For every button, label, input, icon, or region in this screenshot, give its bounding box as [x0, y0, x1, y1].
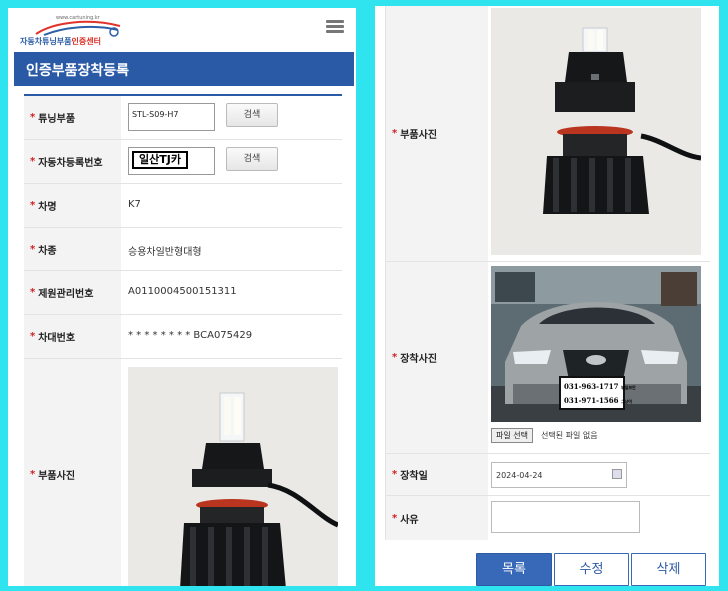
tuning-part-input[interactable]: STL-S09-H7	[128, 103, 215, 131]
sign-phone-2: 031-971-1566	[564, 396, 619, 405]
install-photo-label: * 장착사진	[386, 262, 488, 453]
form-continued: * 부품사진 * 장착사진 031-963-1717 부일보안 031-971-…	[385, 6, 710, 540]
row-part-photo: * 부품사진	[24, 359, 342, 586]
car-type-value: 승용차일반형대형	[128, 247, 202, 258]
part-photo-label-2: * 부품사진	[386, 6, 488, 261]
tuning-part-label: * 튜닝부품	[24, 96, 121, 139]
row-tuning-part: * 튜닝부품 STL-S09-H7 검색	[24, 96, 342, 140]
site-logo[interactable]: www.cartuning.kr 자동차튜닝부품인증센터	[16, 14, 136, 48]
led-bulb-photo-2	[491, 8, 701, 255]
row-car-name: * 차명 K7	[24, 184, 342, 228]
row-install-photo: * 장착사진 031-963-1717 부일보안 031-971-1566 그냥…	[386, 262, 710, 454]
row-car-type: * 차종 승용차일반형대형	[24, 228, 342, 271]
car-name-value: K7	[128, 199, 141, 210]
car-type-label: * 차종	[24, 228, 121, 270]
car-name-label: * 차명	[24, 184, 121, 227]
part-photo-label: * 부품사진	[24, 359, 121, 586]
delete-button[interactable]: 삭제	[631, 553, 706, 586]
car-logo-icon	[35, 20, 121, 37]
install-date-label: * 장착일	[386, 454, 488, 495]
page-title: 인증부품장착등록	[14, 52, 354, 86]
install-photo-image: 031-963-1717 부일보안 031-971-1566 그냥이	[491, 266, 701, 422]
calendar-icon[interactable]	[612, 469, 622, 479]
vin-value: * * * * * * * * BCA075429	[128, 330, 253, 341]
led-bulb-photo	[128, 367, 338, 586]
reason-label: * 사유	[386, 496, 488, 540]
part-photo-image	[128, 367, 338, 586]
vehicle-reg-search-button[interactable]: 검색	[226, 147, 278, 171]
vin-label: * 차대번호	[24, 315, 121, 358]
spec-number-value: A0110004500151311	[128, 286, 237, 297]
sign-phone-1: 031-963-1717	[564, 382, 619, 391]
vehicle-reg-input[interactable]: 일산TJ카	[128, 147, 215, 175]
spec-number-label: * 제원관리번호	[24, 271, 121, 314]
logo-text: 자동차튜닝부품인증센터	[20, 37, 101, 46]
hamburger-menu-icon[interactable]	[326, 20, 344, 34]
row-vin: * 차대번호 * * * * * * * * BCA075429	[24, 315, 342, 359]
header: www.cartuning.kr 자동차튜닝부품인증센터	[8, 8, 356, 52]
right-screen: * 부품사진 * 장착사진 031-963-1717 부일보안 031-971-…	[375, 6, 719, 586]
vehicle-reg-label: * 자동차등록번호	[24, 140, 121, 183]
sign-note-2: 그냥이	[620, 399, 633, 404]
file-status-text: 선택된 파일 없음	[541, 431, 598, 440]
vehicle-reg-value: 일산TJ카	[132, 151, 188, 169]
row-install-date: * 장착일 2024-04-24	[386, 454, 710, 496]
row-spec-number: * 제원관리번호 A0110004500151311	[24, 271, 342, 315]
install-date-input[interactable]: 2024-04-24	[491, 462, 627, 488]
part-photo-image-2	[491, 8, 701, 255]
edit-button[interactable]: 수정	[554, 553, 629, 586]
tuning-part-search-button[interactable]: 검색	[226, 103, 278, 127]
list-button[interactable]: 목록	[476, 553, 552, 586]
file-select-button[interactable]: 파일 선택	[491, 428, 533, 443]
row-vehicle-reg: * 자동차등록번호 일산TJ카 검색	[24, 140, 342, 184]
row-part-photo-2: * 부품사진	[386, 6, 710, 262]
row-reason: * 사유	[386, 496, 710, 540]
phone-number-sign: 031-963-1717 부일보안 031-971-1566 그냥이	[559, 376, 636, 410]
sign-note-1: 부일보안	[620, 385, 636, 390]
left-screen: www.cartuning.kr 자동차튜닝부품인증센터 인증부품장착등록 * 튜…	[8, 8, 356, 586]
reason-textarea[interactable]	[491, 501, 640, 533]
